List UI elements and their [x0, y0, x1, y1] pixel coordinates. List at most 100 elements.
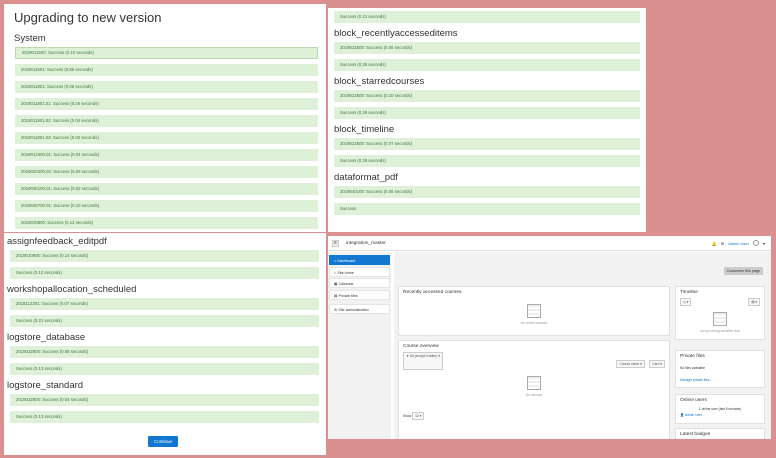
- empty-message: No courses: [525, 393, 543, 397]
- success-row: 2019011801.01: Success (0.06 seconds): [15, 98, 318, 110]
- success-row: Success (0.13 seconds): [10, 411, 319, 423]
- success-row: 2019022600: Success (0.07 seconds): [334, 138, 640, 150]
- success-row: 2019032600: Success (0.06 seconds): [334, 42, 640, 54]
- site-name[interactable]: integration_master: [346, 241, 386, 246]
- upgrade-sections: System 2019011500: Success (0.10 seconds)…: [14, 33, 318, 229]
- success-row: 2019012300.01: Success (0.04 seconds): [15, 149, 318, 161]
- nav-site-home[interactable]: ⌂ Site home: [329, 266, 390, 277]
- filter-label: All (except hidden): [410, 354, 438, 358]
- private-files-block: Private files No files available Manage …: [675, 350, 765, 388]
- page-title: Upgrading to new version: [14, 10, 162, 25]
- online-users-block: Online users 1 online user (last 5 minut…: [675, 394, 765, 424]
- success-row: Success (0.25 seconds): [334, 59, 640, 71]
- timeline-controls: ◷ ▾ ▤ ▾: [676, 298, 764, 306]
- latest-badges-block: Latest badges: [675, 428, 765, 439]
- success-row: 2019011501: Success (0.86 seconds): [15, 64, 318, 76]
- section-heading: logstore_standard: [7, 380, 84, 391]
- success-row: 2019022600: Success (0.10 seconds): [334, 90, 640, 102]
- nav-site-admin[interactable]: ⚙ Site administration: [329, 304, 390, 314]
- empty-message: No upcoming activities due: [700, 329, 740, 333]
- nav-drawer: ⌂ Dashboard ⌂ Site home ▦ Calendar ▤ Pri…: [328, 252, 391, 439]
- section-heading: block_starredcourses: [334, 76, 425, 87]
- filter-dropdown[interactable]: ▼ All (except hidden) ▾: [403, 352, 443, 370]
- timeline-block: Timeline ◷ ▾ ▤ ▾ No upcoming activities …: [675, 286, 765, 340]
- menu-icon[interactable]: ≡: [332, 239, 339, 247]
- success-row: Success (0.12 seconds): [10, 267, 319, 279]
- empty-timeline-icon: [713, 312, 727, 326]
- success-row: Success (0.21 seconds): [10, 315, 319, 327]
- success-row: 2019040100: Success (0.06 seconds): [334, 186, 640, 198]
- sort-label: Course name: [619, 362, 640, 366]
- upgrade-panel-plugins: assignfeedback_editpdf 2019010800: Succes…: [4, 233, 326, 455]
- timeline-filter-dropdown[interactable]: ◷ ▾: [680, 298, 692, 306]
- bell-icon[interactable]: 🔔: [712, 241, 717, 246]
- online-user-name: Admin User: [684, 413, 703, 417]
- success-row: 2019011500: Success (0.10 seconds): [15, 47, 318, 59]
- block-title: Latest badges: [680, 432, 711, 437]
- block-title: Course overview: [403, 344, 439, 349]
- success-row: 2019030700.01: Success (0.10 seconds): [15, 200, 318, 212]
- upgrade-panel-blocks: Success (0.21 seconds) block_recentlyacce…: [328, 8, 646, 232]
- success-row: 2019032800: Success (0.04 seconds): [10, 394, 319, 406]
- show-value: 12: [415, 414, 419, 418]
- nav-label: Calendar: [338, 282, 354, 286]
- nav-label: Dashboard: [337, 259, 356, 263]
- success-row: Success (0.21 seconds): [334, 11, 640, 23]
- message-icon[interactable]: ✉: [721, 241, 724, 246]
- sort-dropdown[interactable]: Course name ▾: [616, 360, 645, 368]
- nav-label: Site administration: [338, 308, 369, 312]
- nav-label: Site home: [337, 270, 354, 275]
- section-heading: assignfeedback_editpdf: [7, 236, 107, 247]
- chevron-down-icon[interactable]: ▾: [763, 241, 765, 246]
- section-heading: logstore_database: [7, 332, 86, 343]
- continue-wrap: Continue: [7, 430, 319, 448]
- course-overview-block: Course overview ▼ All (except hidden) ▾ …: [398, 340, 670, 439]
- upgrade-sections: assignfeedback_editpdf 2019010800: Succes…: [7, 236, 319, 423]
- user-name[interactable]: Admin User: [728, 241, 749, 246]
- navbar: ≡ integration_master 🔔 ✉ Admin User ▾: [328, 236, 771, 251]
- course-controls: ▼ All (except hidden) ▾ Course name ▾ Ca…: [399, 352, 669, 370]
- upgrade-sections: Success (0.21 seconds) block_recentlyacce…: [334, 11, 640, 215]
- section-heading: dataformat_pdf: [334, 172, 398, 183]
- nav-private-files[interactable]: ▤ Private files: [329, 289, 390, 300]
- no-files-message: No files available: [680, 366, 705, 370]
- success-row: 2019030100.01: Success (0.02 seconds): [15, 183, 318, 195]
- nav-dashboard[interactable]: ⌂ Dashboard: [329, 255, 390, 265]
- success-row: 2019011801.03: Success (0.02 seconds): [15, 132, 318, 144]
- empty-courses-icon: [527, 376, 541, 390]
- recent-courses-block: Recently accessed courses No recent cour…: [398, 286, 670, 336]
- success-row: 2019010800: Success (0.14 seconds): [10, 250, 319, 262]
- success-row: 2018112301: Success (0.07 seconds): [10, 298, 319, 310]
- block-title: Recently accessed courses: [403, 290, 462, 295]
- main-content: Customise this page Recently accessed co…: [394, 252, 771, 439]
- nav-calendar[interactable]: ▦ Calendar: [329, 278, 390, 288]
- section-heading: block_timeline: [334, 124, 395, 135]
- online-user-link[interactable]: 👤 Admin User: [676, 412, 764, 418]
- view-label: Card: [652, 362, 660, 366]
- success-row: 2019032800: Success (0.08 seconds): [10, 346, 319, 358]
- section-heading: block_recentlyaccesseditems: [334, 28, 458, 39]
- customise-page-button[interactable]: Customise this page: [723, 267, 763, 275]
- show-dropdown[interactable]: 12 ▾: [412, 412, 425, 420]
- section-heading: System: [14, 33, 46, 44]
- timeline-sort-dropdown[interactable]: ▤ ▾: [748, 298, 760, 306]
- success-row: Success (0.28 seconds): [334, 155, 640, 167]
- block-title: Online users: [680, 398, 707, 403]
- nav-label: Private files: [338, 293, 358, 298]
- empty-message: No recent courses: [520, 321, 548, 325]
- show-label: Show: [403, 414, 412, 418]
- success-row: 2019011801: Success (0.05 seconds): [15, 81, 318, 93]
- success-row: 2019011801.02: Success (0.04 seconds): [15, 115, 318, 127]
- view-dropdown[interactable]: Card ▾: [649, 360, 665, 368]
- user-menu: 🔔 ✉ Admin User ▾: [712, 240, 765, 246]
- paging-show: Show 12 ▾: [399, 411, 669, 421]
- empty-courses-icon: [527, 304, 541, 318]
- continue-button[interactable]: Continue: [147, 436, 178, 447]
- success-row: 2019030800: Success (0.12 seconds): [15, 217, 318, 229]
- success-row: Success (0.13 seconds): [10, 363, 319, 375]
- manage-files-link[interactable]: Manage private files...: [676, 377, 764, 383]
- block-title: Private files: [680, 354, 705, 359]
- success-row: Success (0.29 seconds): [334, 107, 640, 119]
- avatar[interactable]: [752, 240, 759, 246]
- upgrade-panel-system: Upgrading to new version System 201901150…: [4, 4, 326, 232]
